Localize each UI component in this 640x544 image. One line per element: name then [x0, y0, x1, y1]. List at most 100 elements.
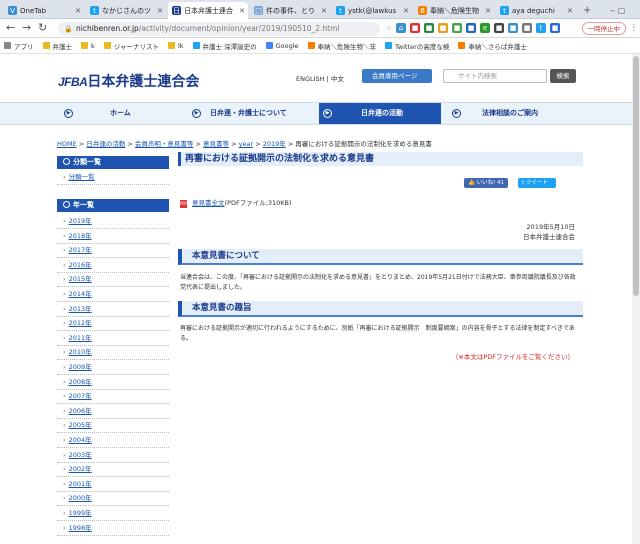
bookmark-item[interactable]: ジャーナリスト [103, 41, 159, 51]
member-page-button[interactable]: 会員専用ページ [362, 69, 432, 83]
sidebar-item-year[interactable]: 2019年 [57, 214, 169, 229]
section-heading: 本意見書について [178, 249, 583, 265]
sidebar-item-year[interactable]: 2012年 [57, 316, 169, 332]
breadcrumb-link[interactable]: 日弁連の活動 [86, 140, 125, 148]
sidebar-item-year[interactable]: 2003年 [57, 448, 169, 463]
evernote-icon[interactable]: e [480, 23, 490, 33]
facebook-like-button[interactable]: 👍 いいね! 41 [464, 178, 508, 188]
sidebar-item-year[interactable]: 1999年 [57, 506, 169, 521]
sidebar-item-year[interactable]: 2016年 [57, 258, 169, 273]
sidebar-item-year[interactable]: 2000年 [57, 491, 169, 507]
new-tab-button[interactable]: + [579, 2, 593, 19]
sidebar-item-year[interactable]: 2005年 [57, 418, 169, 434]
bookmark-item[interactable]: 弁護士 [42, 41, 72, 51]
tab-twitter-3[interactable]: t aya deguchi ✕ [496, 2, 576, 19]
close-icon[interactable]: ✕ [157, 7, 163, 15]
bookmark-item[interactable]: 奉納＼危険生物＼非 [307, 41, 376, 51]
close-icon[interactable]: ✕ [75, 7, 81, 15]
close-icon[interactable]: ✕ [567, 7, 573, 15]
address-toolbar: ← → ↻ 🔒 nichibenren.or.jp/activity/docum… [0, 19, 640, 38]
close-icon[interactable]: ✕ [485, 7, 491, 15]
twitter-icon: t [522, 180, 525, 186]
sidebar-item-year[interactable]: 2017年 [57, 243, 169, 259]
pdf-icon: PDF [180, 200, 188, 208]
bookmark-item[interactable]: k [81, 42, 95, 50]
nav-home[interactable]: ▶ ホーム [64, 103, 184, 124]
home-icon[interactable]: ⌂ [396, 23, 406, 33]
twitter-icon[interactable]: t [536, 23, 546, 33]
tab-jfba[interactable]: 日 日本弁護士連合 ✕ [168, 2, 248, 19]
sidebar-item-year[interactable]: 2010年 [57, 345, 169, 361]
extension-icon[interactable]: ■ [410, 23, 420, 33]
sidebar-item-year[interactable]: 2009年 [57, 360, 169, 375]
breadcrumb-link[interactable]: 意見書等 [203, 140, 229, 148]
site-search-input[interactable]: サイト内検索 [443, 69, 547, 83]
circle-icon [63, 201, 70, 208]
extension-icon[interactable]: ■ [508, 23, 518, 33]
tab-onetab[interactable]: V OneTab ✕ [4, 2, 84, 19]
reload-icon[interactable]: ↻ [38, 22, 47, 34]
extension-icon[interactable]: ■ [494, 23, 504, 33]
bookmark-item[interactable]: 弁護士 深澤諭史の [192, 41, 257, 51]
sidebar-item-year[interactable]: 2008年 [57, 375, 169, 390]
nav-about[interactable]: ▶ 日弁連・弁護士について [192, 103, 312, 124]
twitter-icon: t [90, 6, 99, 15]
tab-twitter-1[interactable]: t なかじさんのツ ✕ [86, 2, 166, 19]
sidebar-item-year[interactable]: 1998年 [57, 521, 169, 536]
extension-icon[interactable]: ■ [424, 23, 434, 33]
bookmark-item[interactable]: 奉納＼さらば弁護士 [458, 41, 527, 51]
close-icon[interactable]: ✕ [403, 7, 409, 15]
sidebar-item-year[interactable]: 2015年 [57, 272, 169, 288]
tab-blogger[interactable]: B 奉納＼危険生物 ✕ [414, 2, 494, 19]
twitter-icon [192, 42, 200, 49]
nav-consultation[interactable]: ▶ 法律相談のご案内 [452, 103, 582, 124]
blogger-icon [307, 42, 315, 49]
close-icon[interactable]: ✕ [239, 7, 245, 15]
sidebar-item-year[interactable]: 2018年 [57, 229, 169, 244]
menu-icon[interactable]: ⋮ [630, 22, 638, 34]
sidebar-item-year[interactable]: 2004年 [57, 433, 169, 448]
twitter-icon [385, 42, 393, 49]
extension-icon[interactable]: ■ [466, 23, 476, 33]
sidebar-item-year[interactable]: 2002年 [57, 462, 169, 478]
bookmark-item[interactable]: Google [265, 42, 299, 50]
breadcrumb-link[interactable]: year [239, 140, 254, 148]
back-icon[interactable]: ← [6, 22, 15, 34]
tab-twitter-2[interactable]: t ystk(@lawkus ✕ [332, 2, 412, 19]
scrollbar-thumb[interactable] [633, 56, 639, 296]
site-logo[interactable]: JFBA日本弁護士連合会 [58, 71, 199, 91]
breadcrumb-link[interactable]: HOME [57, 140, 77, 148]
extension-icon[interactable]: ■ [452, 23, 462, 33]
breadcrumb-link[interactable]: 会員声明・意見書等 [135, 140, 194, 148]
pdf-link[interactable]: 意見書全文 [192, 199, 225, 207]
breadcrumb: HOME > 日弁連の活動 > 会員声明・意見書等 > 意見書等 > year … [57, 140, 432, 148]
extension-icon[interactable]: ■ [438, 23, 448, 33]
pause-badge[interactable]: 一時停止中 [581, 22, 626, 35]
extension-icon[interactable]: ■ [522, 23, 532, 33]
breadcrumb-link[interactable]: 2019年 [263, 140, 286, 148]
sidebar-item-year[interactable]: 2006年 [57, 404, 169, 419]
search-button[interactable]: 検索 [550, 69, 576, 83]
sidebar-item-year[interactable]: 2014年 [57, 287, 169, 302]
sidebar-item-category-list[interactable]: 分類一覧 [57, 170, 169, 185]
bookmark-star-icon[interactable]: ☆ [384, 23, 394, 33]
bookmarks-bar: アプリ 弁護士 k ジャーナリスト lk 弁護士 深澤諭史の Google 奉納… [0, 38, 640, 54]
section-body: 当連合会は、この度、「再審における証拠開示の法制化を求める意見書」をとりまとめ、… [180, 274, 576, 291]
bookmark-item[interactable]: アプリ [4, 41, 34, 51]
sidebar-item-year[interactable]: 2013年 [57, 302, 169, 317]
sidebar-item-year[interactable]: 2011年 [57, 331, 169, 346]
bookmark-item[interactable]: Twitterの高度な検 [385, 41, 449, 51]
nav-activities[interactable]: ▶ 日弁連の活動 [319, 103, 441, 124]
url-field[interactable]: 🔒 nichibenren.or.jp/activity/document/op… [58, 22, 380, 36]
bookmark-item[interactable]: lk [167, 42, 184, 50]
extension-icon[interactable]: ■ [550, 23, 560, 33]
tab-article[interactable]: □ 件の事件、とり ✕ [250, 2, 330, 19]
sidebar-item-year[interactable]: 2007年 [57, 389, 169, 405]
language-switch[interactable]: ENGLISH | 中文 [296, 73, 344, 83]
sidebar-item-year[interactable]: 2001年 [57, 477, 169, 492]
forward-icon[interactable]: → [22, 22, 31, 34]
global-nav: ▶ ホーム ▶ 日弁連・弁護士について ▶ 日弁連の活動 ▶ 法律相談のご案内 [0, 102, 640, 125]
close-icon[interactable]: ✕ [321, 7, 327, 15]
tweet-button[interactable]: t ツイート [518, 178, 556, 188]
window-controls[interactable]: ‒ ▢ [606, 2, 636, 19]
